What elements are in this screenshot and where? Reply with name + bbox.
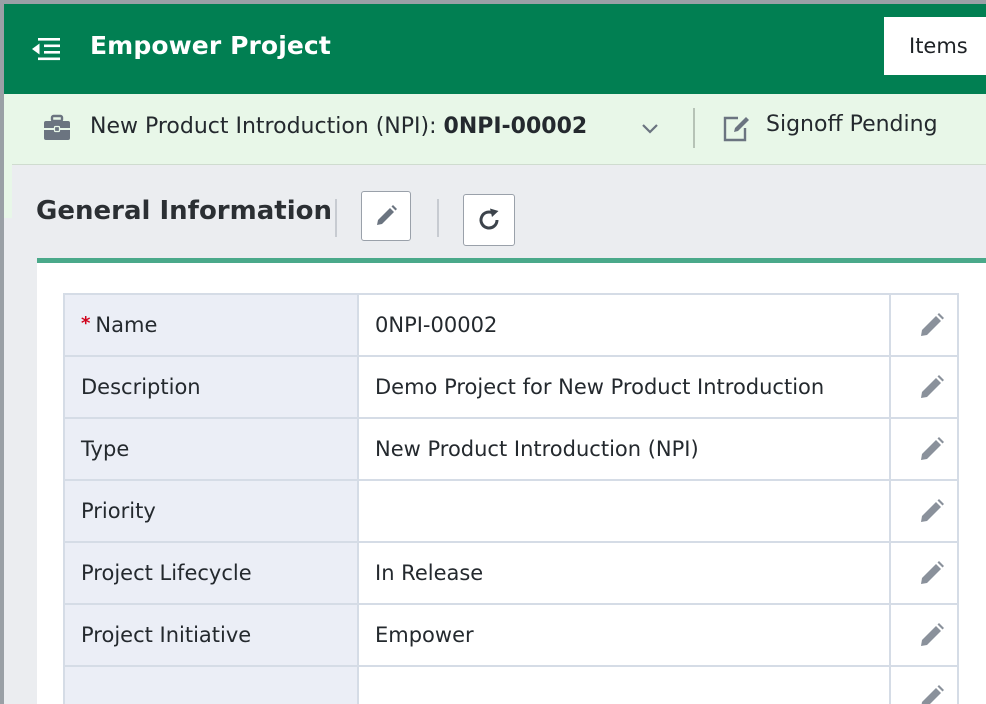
property-label-cell: Type — [63, 417, 359, 481]
property-value: New Product Introduction (NPI) — [357, 417, 891, 481]
property-edit-cell — [889, 293, 959, 357]
chevron-down-icon[interactable] — [639, 118, 661, 140]
table-row: Priority — [63, 479, 959, 543]
property-value: Demo Project for New Product Introductio… — [357, 355, 891, 419]
app-title: Empower Project — [90, 31, 331, 60]
table-row: * Name 0NPI-00002 — [63, 293, 959, 357]
refresh-icon — [479, 208, 499, 230]
edit-section-button[interactable] — [361, 191, 411, 241]
briefcase-icon — [44, 114, 70, 140]
object-context: New Product Introduction (NPI): 0NPI-000… — [90, 114, 587, 139]
edit-icon[interactable] — [917, 310, 947, 340]
tab-items[interactable]: Items — [884, 17, 986, 75]
property-value: 0NPI-00002 — [357, 293, 891, 357]
property-edit-cell — [889, 665, 959, 704]
property-label: Type — [81, 437, 130, 461]
property-edit-cell — [889, 541, 959, 605]
property-edit-cell — [889, 417, 959, 481]
property-label: Project Lifecycle — [81, 561, 252, 585]
property-value: Empower — [357, 603, 891, 667]
property-label: Priority — [81, 499, 156, 523]
property-label-cell — [63, 665, 359, 704]
app-window: Empower Project Items New Product Introd… — [4, 4, 986, 704]
section-title: General Information — [36, 196, 332, 226]
edit-document-icon — [723, 116, 749, 142]
property-label-cell: Description — [63, 355, 359, 419]
table-row: Description Demo Project for New Product … — [63, 355, 959, 419]
edit-icon[interactable] — [917, 682, 947, 704]
table-row: Project Lifecycle In Release — [63, 541, 959, 605]
property-label-cell: Project Lifecycle — [63, 541, 359, 605]
menu-collapse-icon — [32, 38, 60, 61]
toolbar-divider — [335, 199, 337, 237]
required-asterisk: * — [81, 313, 91, 334]
property-label: Description — [81, 375, 201, 399]
property-label: Project Initiative — [81, 623, 252, 647]
general-info-panel: * Name 0NPI-00002 Description Demo Project f… — [37, 258, 986, 704]
left-strip — [4, 94, 12, 218]
property-label-cell: Priority — [63, 479, 359, 543]
context-divider — [693, 108, 695, 148]
edit-icon[interactable] — [917, 372, 947, 402]
property-edit-cell — [889, 479, 959, 543]
toolbar-divider — [437, 199, 439, 237]
edit-icon[interactable] — [917, 496, 947, 526]
property-value — [357, 479, 891, 543]
object-type-label: New Product Introduction (NPI): — [90, 114, 437, 139]
edit-icon — [377, 205, 397, 225]
property-edit-cell — [889, 355, 959, 419]
edit-icon[interactable] — [917, 434, 947, 464]
object-id: 0NPI-00002 — [443, 114, 588, 139]
property-value: In Release — [357, 541, 891, 605]
app-header: Empower Project Items — [4, 4, 986, 94]
property-value — [357, 665, 891, 704]
property-edit-cell — [889, 603, 959, 667]
property-label-cell: Project Initiative — [63, 603, 359, 667]
property-label-cell: * Name — [63, 293, 359, 357]
menu-toggle-button[interactable] — [26, 30, 66, 68]
edit-icon[interactable] — [917, 558, 947, 588]
property-label: Name — [95, 313, 158, 337]
edit-icon[interactable] — [917, 620, 947, 650]
context-bar: New Product Introduction (NPI): 0NPI-000… — [12, 94, 986, 165]
table-row: Type New Product Introduction (NPI) — [63, 417, 959, 481]
properties-table: * Name 0NPI-00002 Description Demo Project f… — [63, 293, 959, 704]
table-row — [63, 665, 959, 704]
table-row: Project Initiative Empower — [63, 603, 959, 667]
refresh-button[interactable] — [463, 194, 515, 246]
tab-items-label: Items — [909, 34, 968, 58]
status-badge[interactable]: Signoff Pending — [766, 112, 938, 137]
